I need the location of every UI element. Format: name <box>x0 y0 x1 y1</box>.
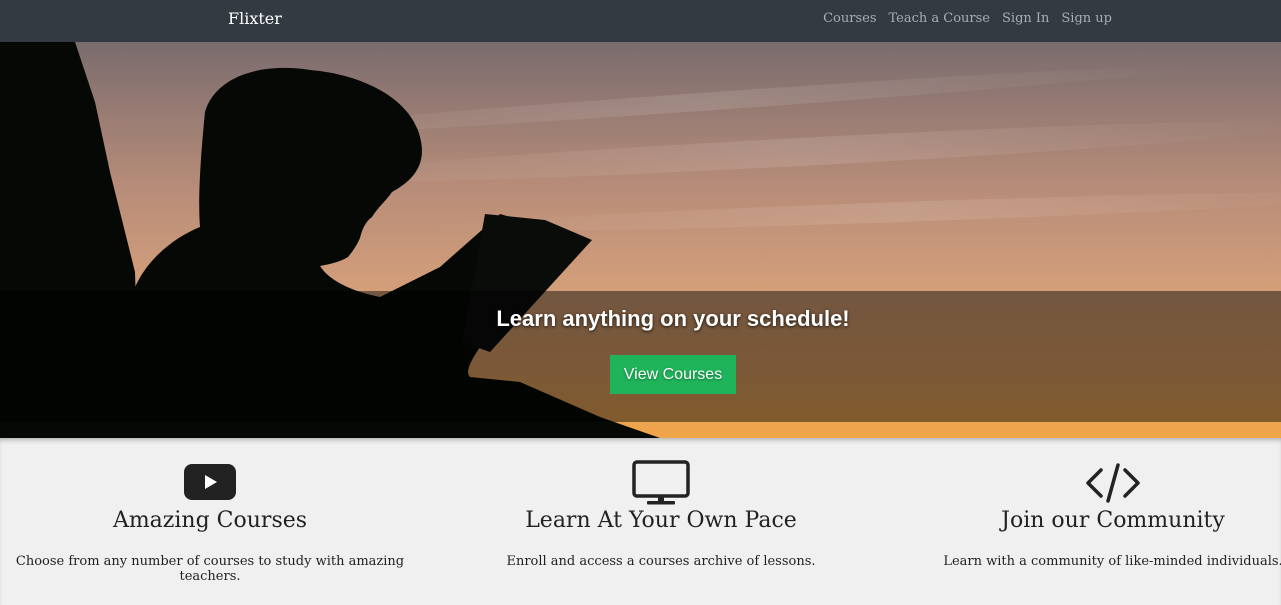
nav-link-courses[interactable]: Courses <box>823 11 876 26</box>
feature-description: Learn with a community of like-minded in… <box>943 554 1281 569</box>
hero-title: Learn anything on your schedule! <box>496 306 850 331</box>
hero-section: Learn anything on your schedule! View Co… <box>0 42 1281 438</box>
brand-logo[interactable]: Flixter <box>228 9 282 28</box>
feature-description: Choose from any number of courses to stu… <box>15 554 405 584</box>
feature-title: Join our Community <box>1001 508 1225 533</box>
youtube-play-icon <box>0 460 420 506</box>
feature-title: Learn At Your Own Pace <box>525 508 797 533</box>
code-icon <box>903 460 1281 506</box>
nav-link-sign-up[interactable]: Sign up <box>1061 11 1112 26</box>
nav-link-teach[interactable]: Teach a Course <box>889 11 991 26</box>
feature-description: Enroll and access a courses archive of l… <box>506 554 816 569</box>
view-courses-button[interactable]: View Courses <box>610 355 736 394</box>
feature-title: Amazing Courses <box>112 508 308 533</box>
top-navbar: Flixter Courses Teach a Course Sign In S… <box>0 0 1281 42</box>
features-section: Amazing Courses Choose from any number o… <box>0 438 1281 605</box>
monitor-icon <box>451 460 871 506</box>
nav-links: Courses Teach a Course Sign In Sign up <box>823 11 1112 26</box>
nav-link-sign-in[interactable]: Sign In <box>1002 11 1049 26</box>
